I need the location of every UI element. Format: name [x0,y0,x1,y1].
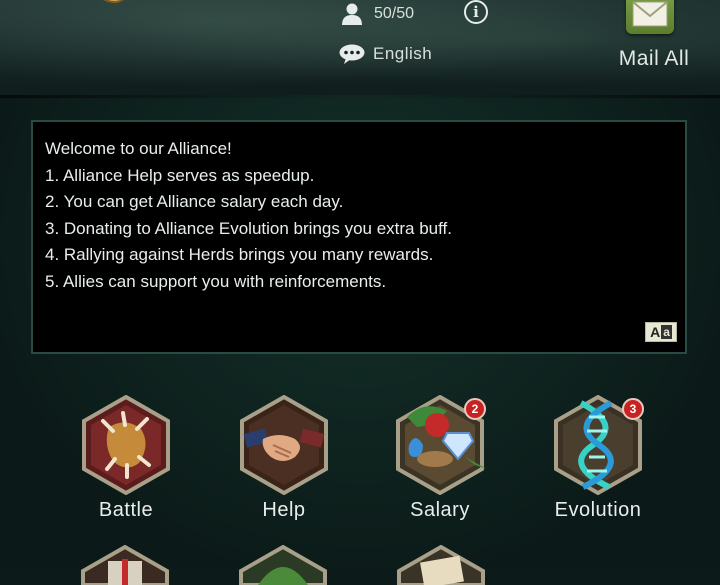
announcement-line: 3. Donating to Alliance Evolution brings… [45,218,452,238]
help-button[interactable]: Help [224,395,344,530]
salary-button[interactable]: 2 Salary [380,395,500,530]
announcement-line: 4. Rallying against Herds brings you man… [45,245,434,265]
announcement-line: 2. You can get Alliance salary each day. [45,192,344,212]
envelope-icon [626,0,674,34]
translate-glyph: A [650,324,661,340]
notification-badge: 3 [622,398,644,420]
announcement-line: Welcome to our Alliance! [45,139,232,158]
battle-button[interactable]: Battle [66,395,186,530]
announcement-line: 5. Allies can support you with reinforce… [45,271,387,291]
handshake-icon [240,395,328,495]
battle-label: Battle [98,499,154,521]
alliance-header: 50/50 i English Mail All [0,0,720,97]
gift-icon [81,545,169,585]
mail-all-label: Mail All [618,47,690,70]
help-label: Help [262,499,306,521]
leaf-icon [239,545,327,585]
evolution-label: Evolution [554,499,642,521]
mail-all-button[interactable]: Mail All [604,0,704,80]
salary-label: Salary [410,499,470,521]
notification-badge: 2 [464,398,486,420]
alliance-announcement: Welcome to our Alliance! 1. Alliance Hel… [31,120,687,354]
member-icon [342,3,362,25]
claw-icon [82,395,170,495]
info-icon[interactable]: i [464,0,488,24]
language-value: English [373,44,433,63]
member-count: 50/50 [340,2,414,26]
alliance-emblem-icon [103,0,124,3]
evolution-button[interactable]: 3 Evolution [538,395,658,530]
card-icon [397,545,485,585]
announcement-line: 1. Alliance Help serves as speedup. [45,165,315,185]
member-count-value: 50/50 [374,5,415,22]
alliance-language: English [339,42,432,66]
translate-glyph: a [661,325,672,339]
translate-button[interactable]: Aa [645,322,677,342]
chat-bubble-icon [339,44,365,64]
